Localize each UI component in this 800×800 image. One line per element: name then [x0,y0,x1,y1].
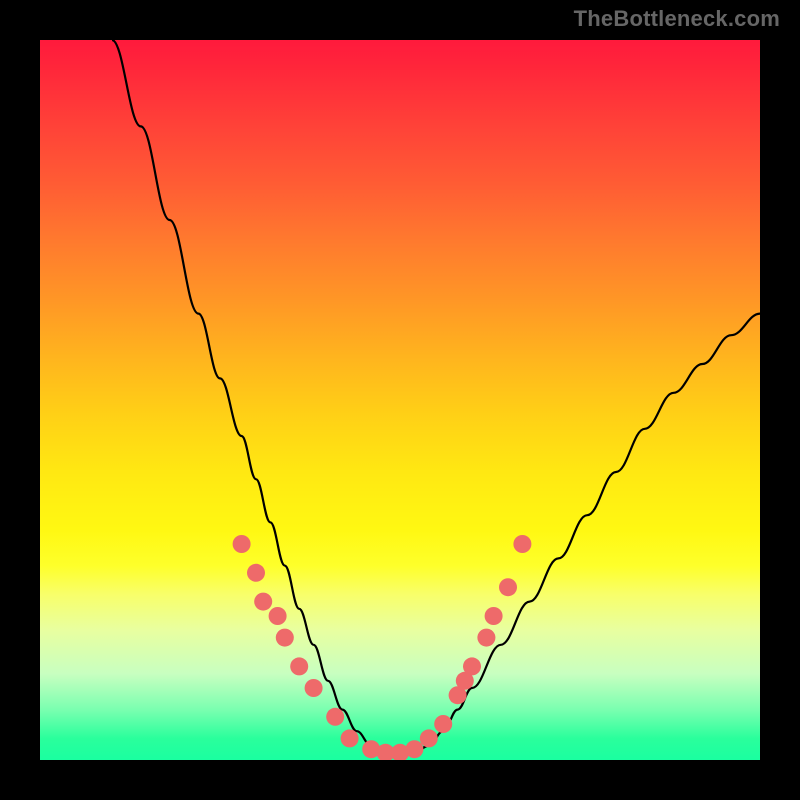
data-point-marker [247,564,265,582]
data-point-marker [463,657,481,675]
data-point-marker [477,629,495,647]
data-point-marker [254,593,272,611]
data-point-marker [305,679,323,697]
data-point-marker [269,607,287,625]
data-point-marker [499,578,517,596]
data-point-marker [276,629,294,647]
data-point-marker [326,708,344,726]
watermark-text: TheBottleneck.com [574,6,780,32]
data-point-marker [420,729,438,747]
plot-area [40,40,760,760]
data-point-marker [405,740,423,758]
data-point-marker [233,535,251,553]
data-point-marker [485,607,503,625]
data-point-marker [434,715,452,733]
curve-overlay [40,40,760,760]
chart-frame: TheBottleneck.com [0,0,800,800]
data-point-marker [290,657,308,675]
data-point-marker [341,729,359,747]
bottleneck-curve [112,40,760,753]
data-point-marker [513,535,531,553]
